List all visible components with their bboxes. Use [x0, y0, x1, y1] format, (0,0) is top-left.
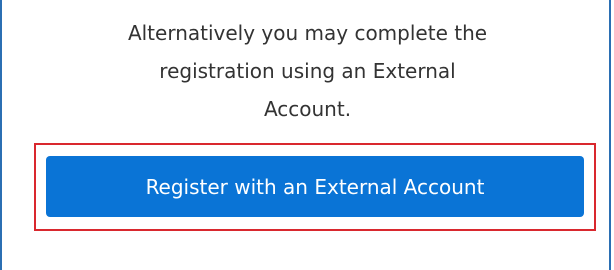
message-line-2: registration using an External	[159, 59, 456, 83]
external-registration-panel: Alternatively you may complete the regis…	[0, 0, 611, 270]
message-line-1: Alternatively you may complete the	[127, 21, 488, 45]
message-line-3: Account.	[263, 97, 352, 121]
register-external-account-button[interactable]: Register with an External Account	[46, 156, 584, 217]
external-account-message: Alternatively you may complete the regis…	[2, 14, 613, 128]
